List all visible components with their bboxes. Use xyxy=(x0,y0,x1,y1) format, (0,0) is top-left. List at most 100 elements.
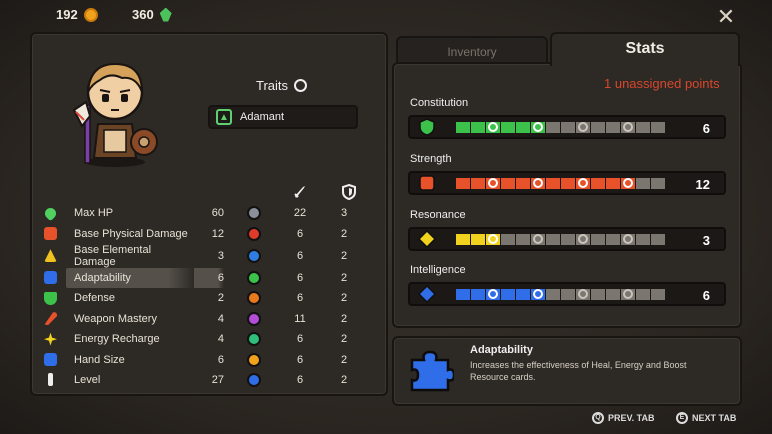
empty-segment xyxy=(501,234,515,245)
filled-segment xyxy=(456,289,470,300)
attribute-bar-resonance[interactable]: 3 xyxy=(408,227,726,251)
description-title: Adaptability xyxy=(470,344,533,356)
milestone-dot xyxy=(578,178,588,188)
elemental-icon xyxy=(44,249,57,263)
stat-name: Energy Recharge xyxy=(74,333,160,346)
stat-value: 27 xyxy=(211,373,224,386)
defense-value: 2 xyxy=(340,373,348,386)
trait-item-adamant[interactable]: ▲ Adamant xyxy=(208,105,358,129)
milestone-dot xyxy=(623,122,633,132)
empty-segment xyxy=(561,234,575,245)
table-row[interactable]: Weapon Mastery 4 11 2 xyxy=(44,309,372,329)
filled-segment xyxy=(456,234,470,245)
empty-segment xyxy=(546,289,560,300)
attribute-label: Resonance xyxy=(410,209,466,221)
stat-name: Base Elemental Damage xyxy=(74,243,152,268)
stat-name: Max HP xyxy=(74,207,114,220)
empty-segment xyxy=(531,234,545,245)
filled-segment xyxy=(471,289,485,300)
table-row[interactable]: Defense 2 6 2 xyxy=(44,288,372,308)
attack-value: 6 xyxy=(296,227,304,240)
attack-value: 6 xyxy=(296,373,304,386)
top-bar: 192 360 ✕ xyxy=(0,0,772,30)
stat-name: Hand Size xyxy=(74,353,125,366)
defense-value: 3 xyxy=(340,207,348,220)
empty-segment xyxy=(651,289,665,300)
empty-segment xyxy=(636,234,650,245)
coins-count: 192 xyxy=(56,7,78,22)
close-icon[interactable]: ✕ xyxy=(716,6,736,28)
empty-segment xyxy=(576,289,590,300)
stat-name: Defense xyxy=(74,292,115,305)
attribute-bar-strength[interactable]: 12 xyxy=(408,171,726,195)
gems-count: 360 xyxy=(132,7,154,22)
defense-value: 2 xyxy=(340,312,348,325)
energy-icon xyxy=(44,332,57,346)
prev-tab-control[interactable]: Q PREV. TAB xyxy=(592,412,655,424)
stat-value: 4 xyxy=(217,312,224,325)
empty-segment xyxy=(546,122,560,133)
element-icon xyxy=(247,291,261,306)
coin-icon xyxy=(83,7,98,22)
filled-segment xyxy=(486,234,500,245)
empty-segment xyxy=(636,178,650,189)
shield-icon xyxy=(44,291,57,305)
defense-value: 2 xyxy=(340,271,348,284)
milestone-dot xyxy=(578,122,588,132)
empty-segment xyxy=(621,234,635,245)
attack-value: 6 xyxy=(296,333,304,346)
filled-segment xyxy=(501,178,515,189)
table-row[interactable]: Base Elemental Damage 3 6 2 xyxy=(44,244,372,268)
stat-value: 12 xyxy=(211,227,224,240)
element-icon xyxy=(247,311,261,326)
table-row[interactable]: Level 27 6 2 xyxy=(44,370,372,390)
next-tab-control[interactable]: E NEXT TAB xyxy=(676,412,736,424)
empty-segment xyxy=(636,122,650,133)
filled-segment xyxy=(606,178,620,189)
cards-icon xyxy=(44,353,57,367)
attack-value: 6 xyxy=(296,292,304,305)
description-text: Increases the effectiveness of Heal, Ene… xyxy=(470,360,687,382)
attribute-value: 6 xyxy=(702,121,710,136)
attribute-value: 6 xyxy=(702,288,710,303)
empty-segment xyxy=(651,234,665,245)
adaptability-puzzle-icon xyxy=(410,350,454,392)
traits-info-icon[interactable] xyxy=(294,79,308,92)
filled-segment xyxy=(531,122,545,133)
trait-label: Adamant xyxy=(240,111,285,123)
defense-column-icon xyxy=(342,184,356,200)
filled-segment xyxy=(471,122,485,133)
weapon-icon xyxy=(44,312,57,326)
traits-heading: Traits xyxy=(256,78,308,93)
table-row[interactable]: Energy Recharge 4 6 2 xyxy=(44,329,372,349)
filled-segment xyxy=(456,178,470,189)
e-key-icon: E xyxy=(676,412,688,424)
coins-display: 192 xyxy=(56,7,98,22)
table-row[interactable]: Hand Size 6 6 2 xyxy=(44,349,372,369)
constitution-icon xyxy=(419,118,435,136)
empty-segment xyxy=(516,234,530,245)
intelligence-icon xyxy=(418,285,436,303)
empty-segment xyxy=(546,234,560,245)
tab-stats[interactable]: Stats xyxy=(550,32,740,66)
filled-segment xyxy=(516,289,530,300)
empty-segment xyxy=(591,122,605,133)
attribute-bar-constitution[interactable]: 6 xyxy=(408,115,726,139)
attack-value: 6 xyxy=(296,271,304,284)
filled-segment xyxy=(501,122,515,133)
filled-segment xyxy=(486,122,500,133)
table-row[interactable]: Base Physical Damage 12 6 2 xyxy=(44,223,372,243)
stat-value: 3 xyxy=(217,249,224,262)
defense-value: 2 xyxy=(340,292,348,305)
element-icon xyxy=(247,332,261,347)
empty-segment xyxy=(576,122,590,133)
milestone-dot xyxy=(533,122,543,132)
attribute-bar-intelligence[interactable]: 6 xyxy=(408,282,726,306)
element-icon xyxy=(247,226,261,241)
table-row[interactable]: Adaptability 6 6 2 xyxy=(44,267,372,289)
stat-value: 2 xyxy=(217,292,224,305)
stat-name: Level xyxy=(74,373,101,386)
attack-value: 6 xyxy=(296,353,304,366)
filled-segment xyxy=(456,122,470,133)
table-row[interactable]: Max HP 60 22 3 xyxy=(42,203,372,223)
